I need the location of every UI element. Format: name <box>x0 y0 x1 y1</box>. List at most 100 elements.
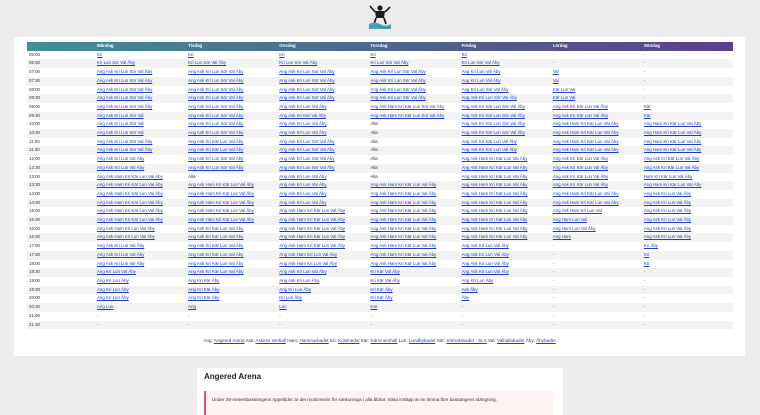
slot-pools-link[interactable]: Kri Lun Sör Val Äby <box>370 60 408 65</box>
slot-pools-link[interactable]: Ang Ask Ham Kri Kär Lun Val Äby <box>188 182 254 187</box>
slot-pools-link[interactable]: Ang Ask Kri Lun Val Äby <box>644 226 691 231</box>
slot-pools-link[interactable]: Ang Ask Kri Lun Sör Val Äby <box>188 87 243 92</box>
slot-pools-link[interactable]: Ang Ham Kri Kär Lun Val Äby <box>644 130 702 135</box>
slot-pools-link[interactable]: Ang Ask Kri Lun Sör Val Äby <box>370 69 425 74</box>
slot-pools-link[interactable]: Ang Ask Ham Kri Kär Lun Val Äby <box>553 121 619 126</box>
slot-pools-link[interactable]: Ang Ask Ham Kri Lun Val Äby <box>279 261 337 266</box>
slot-pools-link[interactable]: Val <box>553 78 559 83</box>
slot-pools-link[interactable]: Kri Lun Sör Val Äby <box>188 60 226 65</box>
slot-pools-link[interactable]: Ang Ham Kri Kär Lun Val Äby <box>644 182 702 187</box>
slot-pools-link[interactable]: Ang Ask Kri Lun Sör Val Äby <box>188 156 243 161</box>
slot-pools-link[interactable]: Ang Ask Kri Lun Val Äby <box>644 200 691 205</box>
slot-pools-link[interactable]: Ang Ask Kri Lun Sör Val Äby <box>370 87 425 92</box>
slot-pools-link[interactable]: Ang Ask Kri Kär Lun Val Äby <box>462 139 517 144</box>
slot-pools-link[interactable]: Ang Ask Kri Kär Lun Val Äby <box>644 156 699 161</box>
slot-pools-link[interactable]: Ang Ask Ham Kri Kär Lun Val Äby <box>97 208 163 213</box>
slot-pools-link[interactable]: Ang Kri Lun Val Äby <box>97 269 136 274</box>
slot-pools-link[interactable]: Ang Ask Ham Kri Kär Lun Sör Val Äby <box>370 113 444 118</box>
poseidon-statue-logo[interactable] <box>366 2 394 32</box>
slot-pools-link[interactable]: Ang Ask Kri Lun Sör Val Äby <box>370 95 425 100</box>
slot-pools-link[interactable]: Ang Ask Kri Lun Sör Val Äby <box>188 165 243 170</box>
slot-pools-link[interactable]: Ang Ham <box>553 234 571 239</box>
slot-pools-link[interactable]: Ang Ask Ham Kri Kär Lun Val Äby <box>97 182 163 187</box>
slot-pools-link[interactable]: Ang Ask Kri Lun Sör Val Äby <box>97 87 152 92</box>
slot-pools-link[interactable]: Ang Ham Lun Val <box>553 217 587 222</box>
slot-pools-link[interactable]: Ang Ask Kri Lun Val Äby <box>644 217 691 222</box>
slot-pools-link[interactable]: Ang Ask Kri Kär Lun Sör Val Äby <box>462 121 525 126</box>
slot-pools-link[interactable]: Ang Ask Ham Kri Kär Lun Val Äby <box>97 200 163 205</box>
slot-pools-link[interactable]: Ang Ask Ham Kri Kär Lun Val Äby <box>462 182 528 187</box>
slot-pools-link[interactable]: Ang Ask Kri Kär Lun Val Äby <box>188 269 243 274</box>
slot-pools-link[interactable]: Ang Ask Ham Kri Kär Lun Val Äby <box>279 208 345 213</box>
slot-pools-link[interactable]: Kri Kär Äby <box>370 287 392 292</box>
slot-pools-link[interactable]: Kri <box>644 252 649 257</box>
slot-pools-link[interactable]: Ang Kri Lun Äby <box>97 278 129 283</box>
slot-pools-link[interactable]: Ang Ask Kri Lun Val Äby <box>644 191 691 196</box>
slot-pools-link[interactable]: Ang Ask Kri Kär Lun Val Äby <box>188 226 243 231</box>
slot-pools-link[interactable]: Ang Ask Ham Kri Kär Lun Val Äby <box>370 243 436 248</box>
slot-pools-link[interactable]: Kri <box>279 52 284 57</box>
legend-pool-link[interactable]: Askims simhall <box>256 338 286 343</box>
slot-pools-link[interactable]: Ang Ask Kri Lun Sör Val Äby <box>279 69 334 74</box>
slot-pools-link[interactable]: Ang Ask Kri Kär Lun Val Äby <box>188 261 243 266</box>
slot-pools-link[interactable]: Ang Ask Kri Lun Sör Val Äby <box>188 95 243 100</box>
slot-pools-link[interactable]: Ang Ask Kri Lun Val Äby <box>279 121 326 126</box>
slot-pools-link[interactable]: Ang Ask Kri Lun Val Äby <box>279 200 326 205</box>
legend-pool-link[interactable]: Åbybadet <box>536 338 555 343</box>
slot-pools-link[interactable]: Ang Ask Kri Lun Val Äby <box>279 182 326 187</box>
slot-pools-link[interactable]: Ang Ask Kri Lun Sör Val Äby <box>188 130 243 135</box>
slot-pools-link[interactable]: Ang Ask Kri Lun Sör Val Äby <box>279 78 334 83</box>
slot-pools-link[interactable]: Ang Ask Ham Kri Lun Val Äby <box>97 234 155 239</box>
slot-pools-link[interactable]: Kri Lun Sör Val Äby <box>462 60 500 65</box>
slot-pools-link[interactable]: Ang Ask Kri Lun Sör Val Äby <box>188 104 243 109</box>
slot-pools-link[interactable]: Ang Ask Ham Kri Kär Lun Val Äby <box>553 139 619 144</box>
slot-pools-link[interactable]: Kri Äby <box>644 243 658 248</box>
slot-pools-link[interactable]: Ang Ask Ham Kri Kär Lun Val Äby <box>462 234 528 239</box>
slot-pools-link[interactable]: Kär Lun Val <box>553 87 576 92</box>
slot-pools-link[interactable]: Ang Ask Kri Kär Lun Val Äby <box>188 252 243 257</box>
slot-pools-link[interactable]: Ask Äby <box>462 287 478 292</box>
slot-pools-link[interactable]: Ang Ask Kri Lun Val Äby <box>97 261 144 266</box>
slot-pools-link[interactable]: Ang Ask Kri Lun Val Äby <box>279 104 326 109</box>
slot-pools-link[interactable]: Ang Ask Ham Kri Kär Lun Val Äby <box>462 217 528 222</box>
slot-pools-link[interactable]: Ang Ask Ham Kri Kär Lun Val Äby <box>462 174 528 179</box>
slot-pools-link[interactable]: Ang Ask Kri Lun Sör Val <box>97 121 144 126</box>
slot-pools-link[interactable]: Ang Ask Kri Kär Val Äby <box>279 113 326 118</box>
slot-pools-link[interactable]: Ang Lun <box>97 304 113 309</box>
slot-pools-link[interactable]: Ang Ask Ham Kri Kär Lun Val Äby <box>279 243 345 248</box>
slot-pools-link[interactable]: Ang Kri Kär Äby <box>188 295 219 300</box>
slot-pools-link[interactable]: Kri Kär Val Äby <box>370 269 399 274</box>
slot-pools-link[interactable]: Ang Ask Kri Lun Sör Val Äby <box>97 95 152 100</box>
slot-pools-link[interactable]: Ang Ask Kri Lun Sör Val Äby <box>279 95 334 100</box>
slot-pools-link[interactable]: Ang Ask Ham Kri Kär Lun Val Äby <box>462 200 528 205</box>
slot-pools-link[interactable]: Ang Ham Kri Kär Lun Val Äby <box>644 147 702 152</box>
slot-pools-link[interactable]: Ang Ask Ham Kri Kär Lun Val Äby <box>188 200 254 205</box>
slot-pools-link[interactable]: Kär <box>644 113 651 118</box>
slot-pools-link[interactable]: Ang Ask Kri Lun Val Äby <box>97 165 144 170</box>
slot-pools-link[interactable]: Ang Ask Ham Kri Kär Lun Val Äby <box>370 261 436 266</box>
slot-pools-link[interactable]: Ang Ask Kri Lun Sör Val Äby <box>279 165 334 170</box>
slot-pools-link[interactable]: Ang Ask Kri Kär Lun Val Äby <box>553 165 608 170</box>
slot-pools-link[interactable]: Ang Kri Kär Äby <box>188 287 219 292</box>
slot-pools-link[interactable]: Ang Ask Ham Kri Kär Lun Val Äby <box>462 191 528 196</box>
slot-pools-link[interactable]: Ang Kri Kär Äby <box>188 278 219 283</box>
slot-pools-link[interactable]: Ang Ask Ham Kri Kär Lun Val Äby <box>553 130 619 135</box>
slot-pools-link[interactable]: Ang Ask Kri Lun Val Äby <box>462 252 509 257</box>
slot-pools-link[interactable]: Ang Ask Ham Kri Lun Val Äby <box>279 252 337 257</box>
slot-pools-link[interactable]: Ang Ask Ham Kri Kär Lun Val Äby <box>553 147 619 152</box>
slot-pools-link[interactable]: Ang Ask Ham Kri Kär Lun Val Äby <box>188 208 254 213</box>
slot-pools-link[interactable]: Kri Lun Sör Val Äby <box>279 60 317 65</box>
slot-pools-link[interactable]: Ang Ask Ham Kri Kär Lun Val Äby <box>370 226 436 231</box>
legend-pool-link[interactable]: Kärra simhall <box>371 338 398 343</box>
slot-pools-link[interactable]: Ang Ask Kri Lun Val Äby <box>462 261 509 266</box>
slot-pools-link[interactable]: Ang Kri Lun Äby <box>462 278 494 283</box>
slot-pools-link[interactable]: Ang Ask Ham Kri Kär Lun Val Äby <box>97 174 163 179</box>
slot-pools-link[interactable]: Kri Lun Äby <box>279 295 302 300</box>
legend-pool-link[interactable]: Hammarbadet <box>299 338 328 343</box>
slot-pools-link[interactable]: Ang Ask Kri Lun Sör Val Äby <box>97 139 152 144</box>
slot-pools-link[interactable]: Ang Ask Kri Kär Lun Val Äby <box>553 182 608 187</box>
slot-pools-link[interactable]: Ang Ask Ham Kri Kär Lun Val Äby <box>97 191 163 196</box>
slot-pools-link[interactable]: Ang Ask Kri Lun Val Äby <box>644 234 691 239</box>
slot-pools-link[interactable]: Ang Ask Kri Lun Sör Val Äby <box>188 78 243 83</box>
slot-pools-link[interactable]: Kri <box>97 52 102 57</box>
